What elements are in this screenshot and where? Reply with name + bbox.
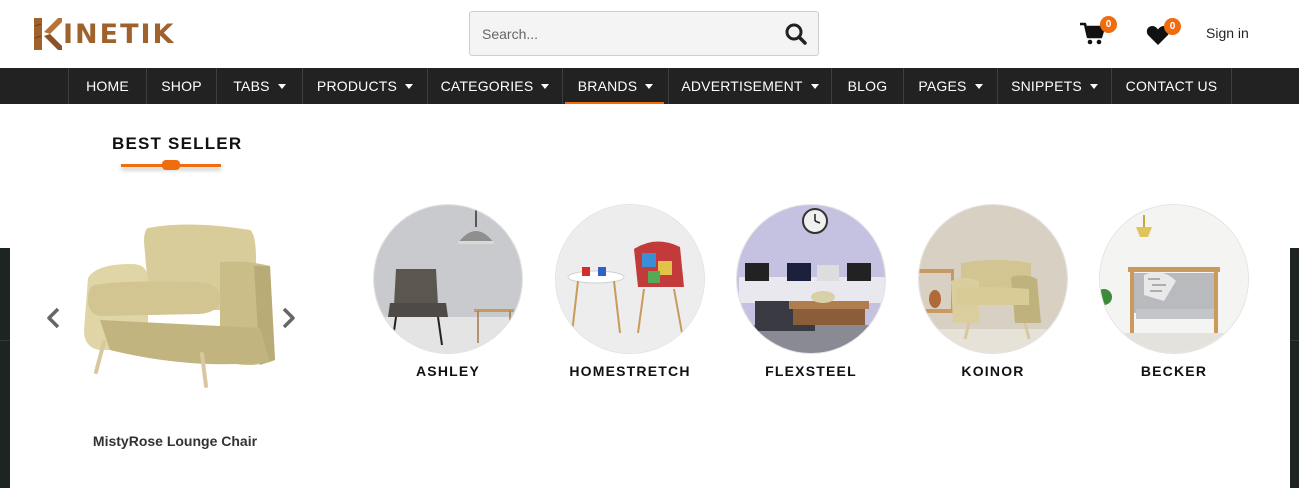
nav-label: CATEGORIES bbox=[440, 78, 534, 94]
brand-label-homestretch[interactable]: HOMESTRETCH bbox=[555, 363, 705, 379]
brand-image-flexsteel[interactable] bbox=[736, 204, 886, 354]
caret-down-icon bbox=[541, 83, 550, 89]
nav-label: CONTACT US bbox=[1125, 78, 1218, 94]
brand-label-koinor[interactable]: KOINOR bbox=[918, 363, 1068, 379]
nav-label: SHOP bbox=[161, 78, 202, 94]
brand-image-ashley[interactable] bbox=[373, 204, 523, 354]
product-image[interactable] bbox=[70, 220, 280, 390]
nav-item-pages[interactable]: PAGES bbox=[903, 68, 997, 104]
caret-down-icon bbox=[405, 83, 414, 89]
nav-item-home[interactable]: HOME bbox=[68, 68, 146, 104]
becker-room-image bbox=[1100, 205, 1248, 353]
nav-label: SNIPPETS bbox=[1011, 78, 1082, 94]
brand-label-flexsteel[interactable]: FLEXSTEEL bbox=[736, 363, 886, 379]
koinor-room-image bbox=[919, 205, 1067, 353]
nav-item-shop[interactable]: SHOP bbox=[146, 68, 216, 104]
nav-item-advertisement[interactable]: ADVERTISEMENT bbox=[668, 68, 831, 104]
homestretch-room-image bbox=[556, 205, 704, 353]
site-logo[interactable]: INETIK bbox=[32, 14, 175, 54]
logo-k-icon bbox=[34, 18, 62, 50]
nav-item-snippets[interactable]: SNIPPETS bbox=[997, 68, 1111, 104]
nav-label: PAGES bbox=[918, 78, 967, 94]
nav-label: BLOG bbox=[847, 78, 888, 94]
brand-image-koinor[interactable] bbox=[918, 204, 1068, 354]
nav-label: HOME bbox=[86, 78, 129, 94]
nav-item-blog[interactable]: BLOG bbox=[831, 68, 903, 104]
sign-in-link[interactable]: Sign in bbox=[1206, 25, 1249, 41]
caret-down-icon bbox=[645, 83, 654, 89]
nav-item-contact-us[interactable]: CONTACT US bbox=[1111, 68, 1231, 104]
logo-text: INETIK bbox=[63, 18, 176, 50]
nav-label: BRANDS bbox=[577, 78, 638, 94]
title-underline-dot bbox=[162, 160, 180, 170]
nav-item-categories[interactable]: CATEGORIES bbox=[427, 68, 562, 104]
flexsteel-room-image bbox=[737, 205, 885, 353]
site-header: INETIK 0 0 Sign in bbox=[0, 0, 1299, 68]
nav-item-products[interactable]: PRODUCTS bbox=[302, 68, 427, 104]
cart-count-badge: 0 bbox=[1100, 16, 1117, 33]
brand-image-becker[interactable] bbox=[1099, 204, 1249, 354]
wishlist-count-badge: 0 bbox=[1164, 18, 1181, 35]
nav-divider bbox=[1231, 68, 1232, 104]
brand-image-homestretch[interactable] bbox=[555, 204, 705, 354]
nav-item-brands[interactable]: BRANDS bbox=[562, 68, 668, 104]
chevron-left-icon[interactable] bbox=[44, 306, 64, 330]
search-icon[interactable] bbox=[784, 22, 808, 46]
brand-label-ashley[interactable]: ASHLEY bbox=[373, 363, 523, 379]
nav-label: ADVERTISEMENT bbox=[681, 78, 803, 94]
main-navigation: HOME SHOP TABS PRODUCTS CATEGORIES BRAND… bbox=[0, 68, 1299, 104]
caret-down-icon bbox=[810, 83, 819, 89]
caret-down-icon bbox=[974, 83, 983, 89]
ashley-room-image bbox=[374, 205, 522, 353]
caret-down-icon bbox=[277, 83, 286, 89]
nav-item-tabs[interactable]: TABS bbox=[216, 68, 302, 104]
nav-label: TABS bbox=[233, 78, 270, 94]
chevron-right-icon[interactable] bbox=[278, 306, 298, 330]
brand-label-becker[interactable]: BECKER bbox=[1099, 363, 1249, 379]
search-input[interactable] bbox=[482, 12, 772, 55]
best-seller-title: BEST SELLER bbox=[112, 134, 243, 153]
nav-label: PRODUCTS bbox=[316, 78, 398, 94]
search-box bbox=[469, 11, 819, 56]
caret-down-icon bbox=[1089, 83, 1098, 89]
product-name[interactable]: MistyRose Lounge Chair bbox=[60, 433, 290, 449]
